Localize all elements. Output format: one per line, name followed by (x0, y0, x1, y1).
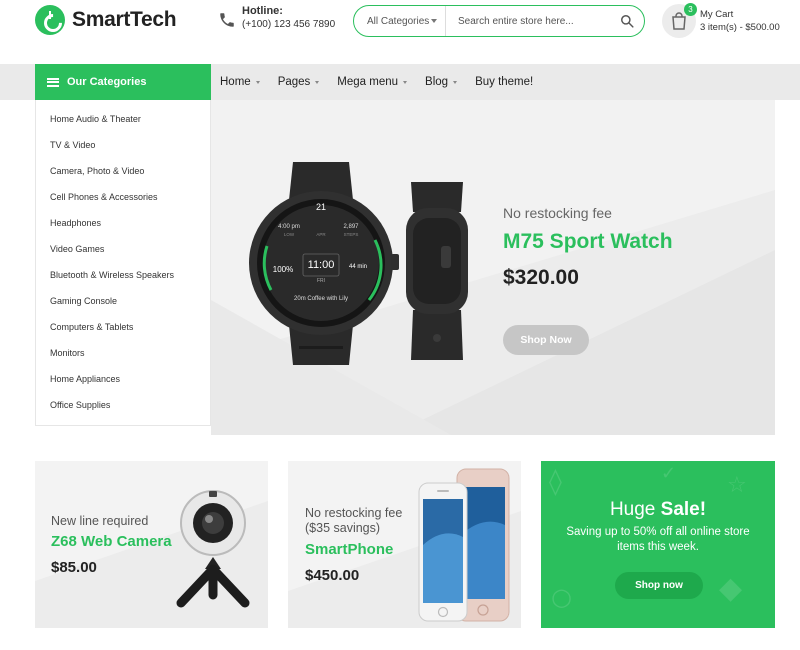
chevron-down-icon (403, 80, 408, 84)
nav-item-blog[interactable]: Blog (425, 76, 458, 88)
categories-toggle[interactable]: Our Categories (35, 64, 211, 100)
watch-battery: 100% (273, 265, 293, 274)
sidebar-item-camera[interactable]: Camera, Photo & Video (50, 166, 144, 176)
sidebar-item-home-appliances[interactable]: Home Appliances (50, 374, 120, 384)
camera-title: Z68 Web Camera (51, 533, 172, 550)
logo-text: SmartTech (72, 8, 177, 31)
sale-title-light: Huge (609, 499, 656, 520)
watch-day: FRI (317, 278, 325, 284)
nav-item-label: Blog (425, 76, 449, 88)
watch-left-value: 4:00 pm (278, 224, 300, 230)
decor-shape: ◆ (719, 571, 743, 606)
cart-title: My Cart (700, 9, 734, 20)
sale-text: Saving up to 50% off all online store it… (566, 526, 750, 553)
decor-shape: ☆ (727, 473, 747, 498)
nav-item-label: Pages (277, 76, 311, 88)
decor-shape: ✓ (661, 463, 677, 484)
sidebar-item-computers[interactable]: Computers & Tablets (50, 322, 133, 332)
sidebar-item-home-audio[interactable]: Home Audio & Theater (50, 114, 141, 124)
smartwatch-image: 21 4:00 pm LOW APR 2,897 STEPS 100% 11:0… (249, 162, 468, 365)
search-category-select[interactable]: All Categories (354, 6, 446, 36)
sidebar-item-tv-video[interactable]: TV & Video (50, 140, 95, 150)
watch-time: 11:00 (308, 259, 335, 271)
hotline: Hotline: (+100) 123 456 7890 (218, 5, 335, 31)
main-navbar: Our Categories Home Pages Mega menu Blog… (0, 64, 800, 100)
nav-menu: Home Pages Mega menu Blog Buy theme! (220, 64, 551, 100)
search-button[interactable] (610, 6, 644, 36)
power-icon (35, 5, 65, 35)
chevron-down-icon (255, 80, 260, 84)
phone-icon (220, 13, 234, 27)
banner-sale[interactable]: ◊ ☆ ✓ ◆ ○ Huge Sale! Saving up to 50% of… (541, 461, 775, 628)
categories-label: Our Categories (67, 76, 147, 88)
phone-subtitle-line2: ($35 savings) (305, 521, 381, 535)
chevron-down-icon (431, 19, 437, 23)
phone-subtitle: No restocking fee ($35 savings) (305, 506, 402, 536)
phone-title: SmartPhone (305, 541, 394, 558)
sidebar-item-speakers[interactable]: Bluetooth & Wireless Speakers (50, 270, 174, 280)
bag-icon (672, 12, 686, 30)
web-camera-image (176, 490, 250, 608)
decor-shape: ◊ (549, 467, 562, 497)
banner-web-camera[interactable]: New line required Z68 Web Camera $85.00 (35, 461, 268, 628)
sale-shop-now-button[interactable]: Shop now (615, 572, 703, 599)
search-category-label: All Categories (367, 15, 430, 27)
search-icon (621, 15, 634, 28)
nav-item-buy-theme[interactable]: Buy theme! (475, 76, 533, 88)
cart[interactable]: 3 My Cart 3 item(s) - $500.00 (662, 3, 780, 38)
page: SmartTech Hotline: (+100) 123 456 7890 A… (0, 0, 800, 650)
hero-slider[interactable]: 21 4:00 pm LOW APR 2,897 STEPS 100% 11:0… (211, 100, 775, 435)
sidebar-item-video-games[interactable]: Video Games (50, 244, 104, 254)
cart-icon-wrap[interactable]: 3 (662, 3, 697, 38)
nav-item-label: Mega menu (337, 76, 399, 88)
nav-item-mega-menu[interactable]: Mega menu (337, 76, 408, 88)
nav-item-label: Home (220, 76, 251, 88)
sidebar-item-gaming-console[interactable]: Gaming Console (50, 296, 117, 306)
nav-item-label: Buy theme! (475, 76, 534, 88)
sale-title: Huge Sale! (541, 499, 775, 521)
hotline-title: Hotline: (242, 5, 283, 17)
menu-icon (47, 77, 59, 87)
decor-shape: ○ (551, 583, 572, 611)
hero-price: $320.00 (503, 266, 579, 289)
hero-title: M75 Sport Watch (503, 230, 673, 253)
watch-center-label: APR (316, 232, 326, 237)
cart-count-badge: 3 (684, 3, 697, 16)
cart-summary: 3 item(s) - $500.00 (700, 22, 780, 33)
sale-title-bold: Sale! (660, 499, 707, 520)
watch-event: 20m Coffee with Lily (294, 296, 348, 302)
watch-duration: 44 min (349, 264, 367, 270)
chevron-down-icon (453, 80, 458, 84)
watch-right-label: STEPS (344, 232, 359, 237)
phone-subtitle-line1: No restocking fee (305, 506, 403, 520)
watch-date: 21 (316, 202, 326, 212)
nav-item-home[interactable]: Home (220, 76, 260, 88)
shop-now-button[interactable]: Shop Now (503, 325, 589, 355)
search-bar: All Categories (353, 5, 645, 37)
sidebar-item-cell-phones[interactable]: Cell Phones & Accessories (50, 192, 158, 202)
header: SmartTech Hotline: (+100) 123 456 7890 A… (0, 0, 800, 64)
hotline-number: (+100) 123 456 7890 (242, 19, 336, 30)
camera-subtitle: New line required (51, 514, 149, 528)
hero-subtitle: No restocking fee (503, 205, 612, 221)
search-input[interactable] (446, 6, 610, 36)
camera-price: $85.00 (51, 559, 97, 576)
phone-price: $450.00 (305, 567, 360, 584)
sidebar-item-monitors[interactable]: Monitors (50, 348, 85, 358)
sidebar-item-headphones[interactable]: Headphones (50, 218, 101, 228)
chevron-down-icon (315, 80, 320, 84)
watch-left-label: LOW (284, 232, 295, 237)
banner-smartphone[interactable]: No restocking fee ($35 savings) SmartPho… (288, 461, 521, 628)
smartphone-image (418, 468, 510, 622)
category-sidebar: Home Audio & Theater TV & Video Camera, … (35, 100, 211, 426)
nav-item-pages[interactable]: Pages (278, 76, 320, 88)
sidebar-item-office-supplies[interactable]: Office Supplies (50, 400, 110, 410)
watch-right-value: 2,897 (343, 224, 359, 230)
logo[interactable]: SmartTech (35, 5, 177, 35)
